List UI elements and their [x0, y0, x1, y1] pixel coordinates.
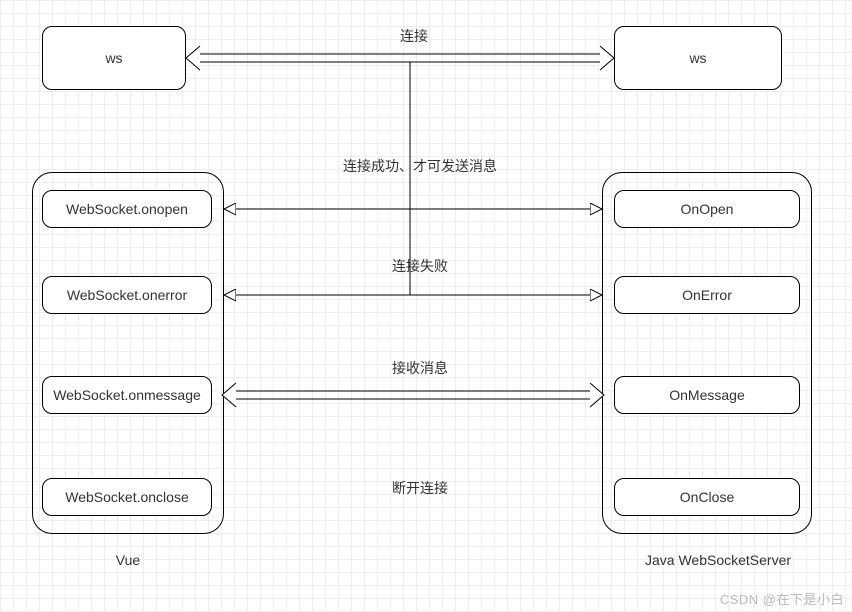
ws-right-label: ws — [689, 50, 706, 66]
ws-left-node: ws — [42, 26, 186, 90]
ws-left-label: ws — [105, 50, 122, 66]
vue-onclose-label: WebSocket.onclose — [65, 489, 188, 505]
success-label: 连接成功、才可发送消息 — [320, 156, 520, 176]
ws-right-node: ws — [614, 26, 782, 90]
java-onclose-label: OnClose — [680, 489, 734, 505]
java-onerror-label: OnError — [682, 287, 732, 303]
vue-onopen-node: WebSocket.onopen — [42, 190, 212, 228]
vue-title: Vue — [108, 552, 148, 568]
java-onmessage-node: OnMessage — [614, 376, 800, 414]
java-onerror-node: OnError — [614, 276, 800, 314]
receive-label: 接收消息 — [380, 358, 460, 378]
vue-onerror-node: WebSocket.onerror — [42, 276, 212, 314]
java-onopen-label: OnOpen — [681, 201, 734, 217]
vue-onmessage-node: WebSocket.onmessage — [42, 376, 212, 414]
vue-onerror-label: WebSocket.onerror — [67, 287, 187, 303]
onmessage-double-arrow — [222, 383, 604, 407]
vue-onclose-node: WebSocket.onclose — [42, 478, 212, 516]
vue-onopen-label: WebSocket.onopen — [66, 201, 188, 217]
watermark: CSDN @在下是小白 — [720, 589, 844, 608]
disconnect-label: 断开连接 — [380, 478, 460, 498]
connect-label: 连接 — [384, 26, 444, 46]
ws-connect-arrow — [186, 46, 614, 70]
java-onmessage-label: OnMessage — [669, 387, 744, 403]
vue-onmessage-label: WebSocket.onmessage — [53, 387, 201, 403]
java-title: Java WebSocketServer — [628, 552, 808, 568]
java-onclose-node: OnClose — [614, 478, 800, 516]
java-onopen-node: OnOpen — [614, 190, 800, 228]
fail-label: 连接失败 — [380, 256, 460, 276]
